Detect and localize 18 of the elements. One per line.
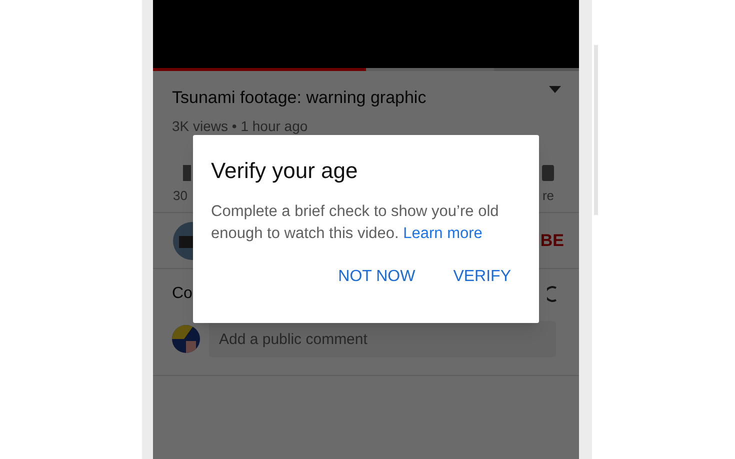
comments-heading: Co bbox=[172, 284, 192, 304]
subscribe-button[interactable]: BE bbox=[540, 228, 564, 254]
dropdown-caret-icon[interactable] bbox=[549, 86, 561, 93]
not-now-button[interactable]: NOT NOW bbox=[330, 260, 424, 292]
video-title: Tsunami footage: warning graphic bbox=[172, 86, 426, 109]
verify-button[interactable]: VERIFY bbox=[445, 260, 519, 292]
video-player[interactable] bbox=[153, 0, 579, 68]
action-label: re bbox=[542, 189, 554, 202]
progress-track[interactable] bbox=[153, 68, 579, 71]
like-icon[interactable] bbox=[183, 165, 191, 181]
view-meta: 3K views • 1 hour ago bbox=[171, 117, 309, 136]
dialog-message: Complete a brief check to show you’re old enough to watch this video. Learn more bbox=[211, 202, 500, 244]
learn-more-link[interactable]: Learn more bbox=[403, 224, 482, 242]
user-avatar-icon bbox=[172, 325, 200, 353]
like-count: 30 bbox=[173, 189, 188, 202]
dialog-title: Verify your age bbox=[211, 157, 359, 184]
comment-field[interactable]: Add a public comment bbox=[209, 321, 556, 357]
save-icon[interactable] bbox=[542, 165, 554, 181]
